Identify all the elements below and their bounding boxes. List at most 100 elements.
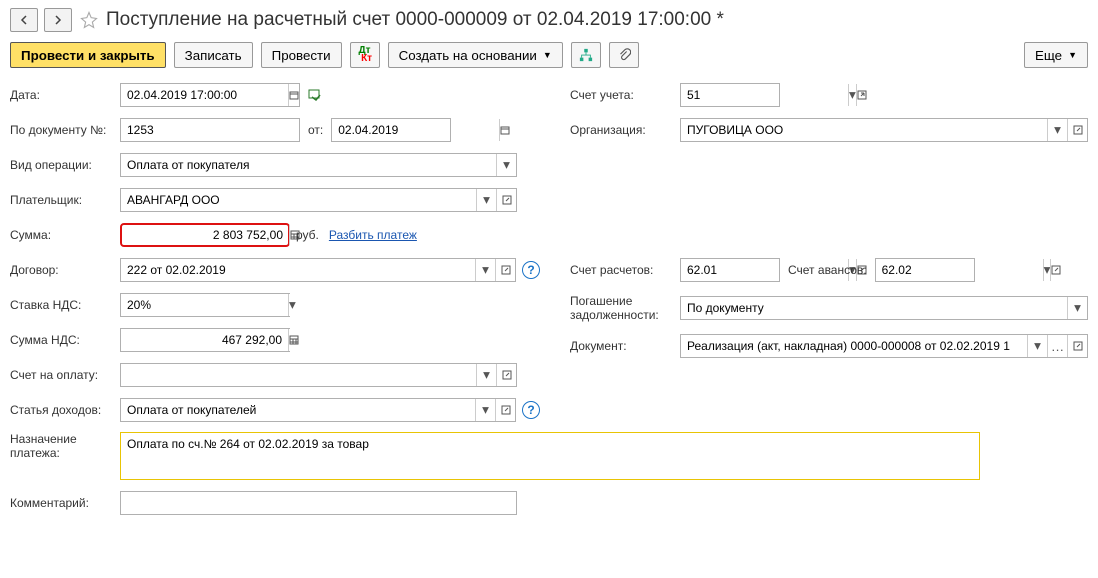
vatrate-label: Ставка НДС: <box>10 298 120 312</box>
invoice-label: Счет на оплату: <box>10 368 120 382</box>
dropdown-button[interactable]: ▾ <box>848 84 856 106</box>
dropdown-button[interactable]: ▾ <box>475 399 495 421</box>
arrow-left-icon <box>19 15 29 25</box>
vatrate-input[interactable] <box>121 294 288 316</box>
caret-down-icon: ▾ <box>1044 262 1051 278</box>
paperclip-icon <box>617 48 631 62</box>
document-input[interactable] <box>681 335 1027 357</box>
debt-input[interactable] <box>681 297 1067 319</box>
status-ok-icon[interactable] <box>308 87 322 104</box>
structure-button[interactable] <box>571 42 601 68</box>
write-button[interactable]: Записать <box>174 42 253 68</box>
attachment-button[interactable] <box>609 42 639 68</box>
calendar-button[interactable] <box>499 119 510 141</box>
favorite-star-icon[interactable] <box>78 9 100 31</box>
open-button[interactable] <box>1067 119 1087 141</box>
open-icon <box>857 90 867 100</box>
more-button[interactable]: Еще▼ <box>1024 42 1088 68</box>
split-payment-link[interactable]: Разбить платеж <box>329 228 417 242</box>
open-button[interactable] <box>495 259 515 281</box>
invoice-field[interactable]: ▾ <box>120 363 517 387</box>
open-icon <box>1073 341 1083 351</box>
date-label: Дата: <box>10 88 120 102</box>
dropdown-button[interactable]: ▾ <box>1047 119 1067 141</box>
income-field[interactable]: ▾ <box>120 398 516 422</box>
dropdown-button[interactable]: ▾ <box>476 189 496 211</box>
document-label: Документ: <box>570 339 680 353</box>
account-field[interactable]: ▾ <box>680 83 780 107</box>
docdate-field[interactable] <box>331 118 451 142</box>
optype-field[interactable]: ▾ <box>120 153 517 177</box>
nav-forward-button[interactable] <box>44 8 72 32</box>
payer-input[interactable] <box>121 189 476 211</box>
vatsum-input[interactable] <box>121 329 288 351</box>
caret-down-icon: ▼ <box>543 50 552 60</box>
open-button[interactable] <box>495 399 515 421</box>
contract-input[interactable] <box>121 259 475 281</box>
open-icon <box>501 265 511 275</box>
dtkt-button[interactable]: ДтКт <box>350 42 380 68</box>
open-button[interactable] <box>856 84 867 106</box>
sum-input[interactable] <box>122 225 289 245</box>
account-input[interactable] <box>681 84 848 106</box>
calendar-button[interactable] <box>288 84 299 106</box>
dropdown-button[interactable]: ▾ <box>1043 259 1051 281</box>
optype-input[interactable] <box>121 154 496 176</box>
calculator-button[interactable] <box>288 329 299 351</box>
purpose-textarea[interactable] <box>120 432 980 480</box>
income-input[interactable] <box>121 399 475 421</box>
date-field[interactable] <box>120 83 300 107</box>
docno-input[interactable] <box>121 119 299 141</box>
from-label: от: <box>308 123 323 137</box>
optype-label: Вид операции: <box>10 158 120 172</box>
invoice-input[interactable] <box>121 364 476 386</box>
caret-down-icon: ▾ <box>503 157 510 173</box>
dropdown-button[interactable]: ▾ <box>1067 297 1087 319</box>
dropdown-button[interactable]: ▾ <box>1027 335 1047 357</box>
docdate-input[interactable] <box>332 119 499 141</box>
caret-down-icon: ▾ <box>1074 300 1081 316</box>
dropdown-button[interactable]: ▾ <box>476 364 496 386</box>
caret-down-icon: ▼ <box>1068 50 1077 60</box>
nav-back-button[interactable] <box>10 8 38 32</box>
comment-field[interactable] <box>120 491 517 515</box>
dropdown-button[interactable]: ▾ <box>288 294 296 316</box>
open-button[interactable] <box>496 189 516 211</box>
payer-field[interactable]: ▾ <box>120 188 517 212</box>
help-button[interactable]: ? <box>522 401 540 419</box>
contract-field[interactable]: ▾ <box>120 258 516 282</box>
sum-field[interactable] <box>120 223 290 247</box>
dropdown-button[interactable]: ▾ <box>496 154 516 176</box>
arrow-right-icon <box>53 15 63 25</box>
caret-down-icon: ▾ <box>483 192 490 208</box>
caret-down-icon: ▾ <box>482 402 489 418</box>
post-button[interactable]: Провести <box>261 42 342 68</box>
vatsum-field[interactable] <box>120 328 290 352</box>
ellipsis-icon: … <box>1051 339 1064 354</box>
vatrate-field[interactable]: ▾ <box>120 293 290 317</box>
advacc-input[interactable] <box>876 259 1043 281</box>
comment-label: Комментарий: <box>10 496 120 510</box>
open-button[interactable] <box>1067 335 1087 357</box>
comment-input[interactable] <box>121 492 516 514</box>
caret-down-icon: ▾ <box>849 87 856 103</box>
calendar-icon <box>500 125 510 135</box>
advacc-field[interactable]: ▾ <box>875 258 975 282</box>
org-field[interactable]: ▾ <box>680 118 1088 142</box>
open-button[interactable] <box>1050 259 1061 281</box>
calculator-icon <box>289 335 299 345</box>
post-and-close-button[interactable]: Провести и закрыть <box>10 42 166 68</box>
help-button[interactable]: ? <box>522 261 540 279</box>
debt-field[interactable]: ▾ <box>680 296 1088 320</box>
open-button[interactable] <box>496 364 516 386</box>
org-input[interactable] <box>681 119 1047 141</box>
open-icon <box>1051 265 1061 275</box>
document-field[interactable]: ▾ … <box>680 334 1088 358</box>
docno-field[interactable] <box>120 118 300 142</box>
create-based-button[interactable]: Создать на основании▼ <box>388 42 563 68</box>
select-button[interactable]: … <box>1047 335 1067 357</box>
dropdown-button[interactable]: ▾ <box>475 259 495 281</box>
settleacc-field[interactable]: ▾ <box>680 258 780 282</box>
open-icon <box>1073 125 1083 135</box>
date-input[interactable] <box>121 84 288 106</box>
